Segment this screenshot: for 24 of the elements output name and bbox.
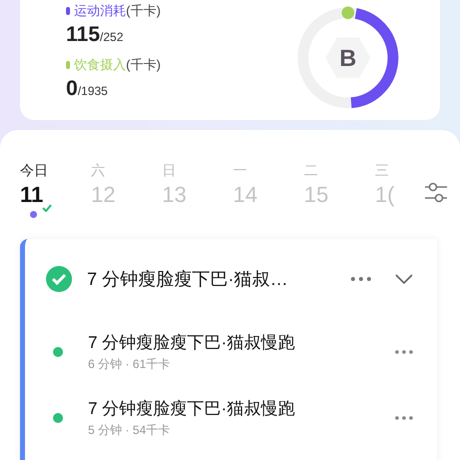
workout-meta: 5 分钟 · 54千卡 [88, 422, 172, 439]
stat-label: 运动消耗(千卡) [74, 2, 161, 20]
more-icon[interactable] [351, 277, 371, 281]
workout-title: 7 分钟瘦脸瘦下巴·猫叔慢跑 [88, 332, 296, 354]
check-icon [42, 204, 52, 212]
more-icon[interactable] [395, 350, 413, 354]
stat-value: 0/1935 [66, 76, 109, 102]
stat-value: 115/252 [66, 22, 124, 48]
workout-title: 7 分钟瘦脸瘦下巴·猫叔慢跑 [88, 398, 296, 420]
workout-row[interactable]: 7 分钟瘦脸瘦下巴·猫叔慢跑 6 分钟 · 61千卡 [25, 319, 437, 385]
filter-icon[interactable] [424, 182, 448, 204]
workout-meta: 6 分钟 · 61千卡 [88, 356, 172, 373]
workout-row[interactable]: 7 分钟瘦脸瘦下巴·猫叔慢跑 5 分钟 · 54千卡 [25, 385, 437, 451]
plan-title: 7 分钟瘦脸瘦下巴·猫叔… [87, 268, 290, 290]
stat-label: 饮食摄入(千卡) [74, 56, 161, 74]
day-tab[interactable]: 六 12 [91, 160, 162, 218]
day-tab[interactable]: 一 14 [233, 160, 304, 218]
day-tab[interactable]: 三 1( [375, 160, 420, 218]
more-icon[interactable] [395, 416, 413, 420]
day-tab[interactable]: 日 13 [162, 160, 233, 218]
day-tab[interactable]: 二 15 [304, 160, 375, 218]
day-tab[interactable]: 今日 11 [20, 160, 91, 218]
chevron-icon[interactable] [395, 274, 413, 284]
grade-badge: B [326, 35, 370, 80]
